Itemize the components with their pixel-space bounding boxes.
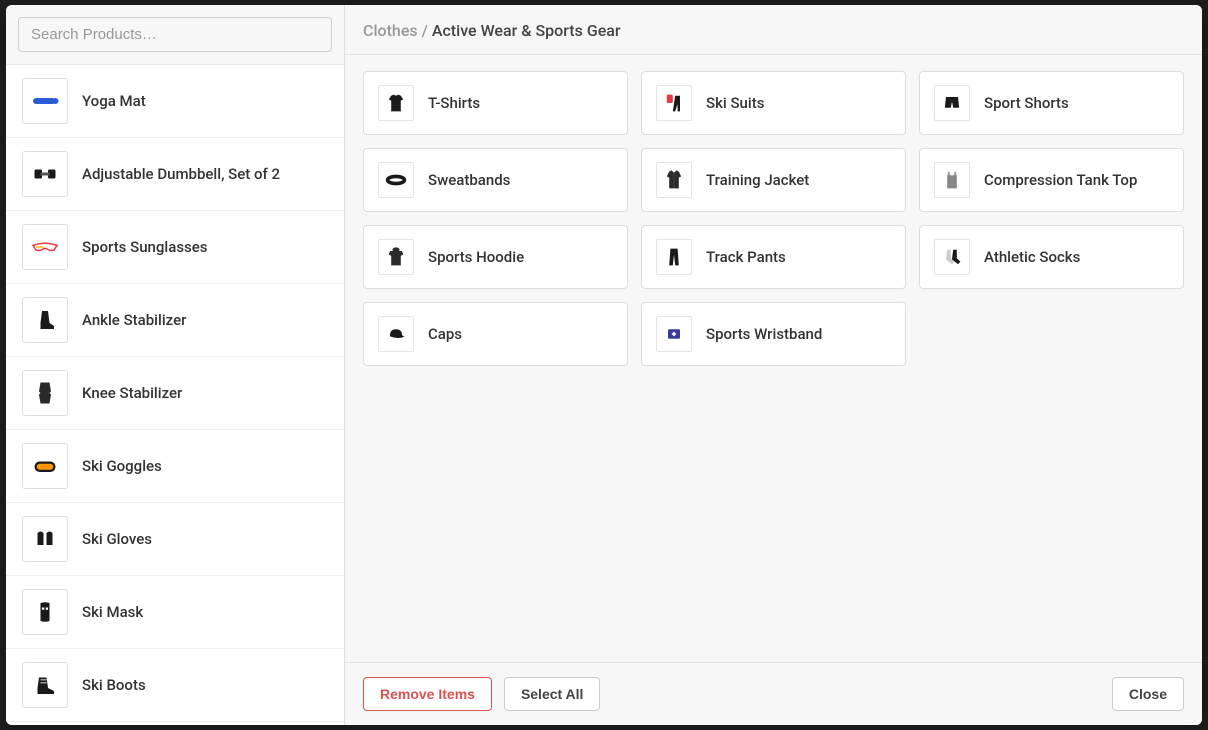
sidebar-item-label: Ski Goggles <box>82 457 162 475</box>
sidebar-item-ski-goggles[interactable]: Ski Goggles <box>6 430 344 503</box>
sidebar-item-knee-stabilizer[interactable]: Knee Stabilizer <box>6 357 344 430</box>
search-input[interactable] <box>18 17 332 52</box>
breadcrumb-parent[interactable]: Clothes <box>363 21 418 40</box>
sidebar-item-label: Sports Sunglasses <box>82 238 208 256</box>
sidebar-item-label: Ankle Stabilizer <box>82 311 186 329</box>
sidebar-item-label: Yoga Mat <box>82 92 146 110</box>
breadcrumb-current: Active Wear & Sports Gear <box>432 21 621 40</box>
product-picker-modal: Yoga Mat Adjustable Dumbbell, Set of 2 S… <box>6 5 1202 725</box>
sidebar-item-ski-boots[interactable]: Ski Boots <box>6 649 344 722</box>
sidebar-list[interactable]: Yoga Mat Adjustable Dumbbell, Set of 2 S… <box>6 65 344 725</box>
product-grid: T-Shirts Ski Suits Sport Shorts <box>363 71 1184 366</box>
product-label: Sweatbands <box>428 171 510 189</box>
remove-items-button[interactable]: Remove Items <box>363 677 492 711</box>
product-label: Training Jacket <box>706 171 809 189</box>
search-container <box>6 5 344 65</box>
main-panel: Clothes / Active Wear & Sports Gear T-Sh… <box>345 5 1202 725</box>
product-card-sports-wristband[interactable]: Sports Wristband <box>641 302 906 366</box>
sidebar-item-ankle-stabilizer[interactable]: Ankle Stabilizer <box>6 284 344 357</box>
product-card-track-pants[interactable]: Track Pants <box>641 225 906 289</box>
cap-icon <box>378 316 414 352</box>
tshirt-icon <box>378 85 414 121</box>
product-card-caps[interactable]: Caps <box>363 302 628 366</box>
sidebar-item-label: Ski Mask <box>82 603 143 621</box>
product-label: Athletic Socks <box>984 248 1080 266</box>
product-label: Caps <box>428 325 462 343</box>
knee-brace-icon <box>22 370 68 416</box>
product-label: Sports Wristband <box>706 325 822 343</box>
product-card-ski-suits[interactable]: Ski Suits <box>641 71 906 135</box>
product-label: Compression Tank Top <box>984 171 1137 189</box>
ski-suit-icon <box>656 85 692 121</box>
pants-icon <box>656 239 692 275</box>
sidebar-item-label: Ski Boots <box>82 676 146 694</box>
boots-icon <box>22 662 68 708</box>
shorts-icon <box>934 85 970 121</box>
main-footer: Remove Items Select All Close <box>345 662 1202 725</box>
tank-icon <box>934 162 970 198</box>
sidebar-item-ski-mask[interactable]: Ski Mask <box>6 576 344 649</box>
product-label: Sport Shorts <box>984 94 1069 112</box>
sidebar-item-dumbbell[interactable]: Adjustable Dumbbell, Set of 2 <box>6 138 344 211</box>
hoodie-icon <box>378 239 414 275</box>
wristband-icon <box>656 316 692 352</box>
main-content: T-Shirts Ski Suits Sport Shorts <box>345 55 1202 662</box>
gloves-icon <box>22 516 68 562</box>
product-card-athletic-socks[interactable]: Athletic Socks <box>919 225 1184 289</box>
dumbbell-icon <box>22 151 68 197</box>
sidebar-item-ski-gloves[interactable]: Ski Gloves <box>6 503 344 576</box>
breadcrumb-separator: / <box>418 21 432 40</box>
product-card-sports-hoodie[interactable]: Sports Hoodie <box>363 225 628 289</box>
product-card-compression-tank[interactable]: Compression Tank Top <box>919 148 1184 212</box>
product-label: T-Shirts <box>428 94 480 112</box>
select-all-button[interactable]: Select All <box>504 677 601 711</box>
sidebar-item-yoga-mat[interactable]: Yoga Mat <box>6 65 344 138</box>
yoga-mat-icon <box>22 78 68 124</box>
product-label: Track Pants <box>706 248 786 266</box>
sidebar: Yoga Mat Adjustable Dumbbell, Set of 2 S… <box>6 5 345 725</box>
sidebar-item-sunglasses[interactable]: Sports Sunglasses <box>6 211 344 284</box>
jacket-icon <box>656 162 692 198</box>
breadcrumb: Clothes / Active Wear & Sports Gear <box>363 21 1184 40</box>
product-label: Ski Suits <box>706 94 764 112</box>
close-button[interactable]: Close <box>1112 677 1184 711</box>
ankle-brace-icon <box>22 297 68 343</box>
sidebar-item-label: Ski Gloves <box>82 530 152 548</box>
product-label: Sports Hoodie <box>428 248 524 266</box>
sweatband-icon <box>378 162 414 198</box>
sunglasses-icon <box>22 224 68 270</box>
sidebar-item-label: Adjustable Dumbbell, Set of 2 <box>82 165 280 183</box>
product-card-sport-shorts[interactable]: Sport Shorts <box>919 71 1184 135</box>
sidebar-item-label: Knee Stabilizer <box>82 384 182 402</box>
modal-overlay: Yoga Mat Adjustable Dumbbell, Set of 2 S… <box>0 0 1208 730</box>
goggles-icon <box>22 443 68 489</box>
socks-icon <box>934 239 970 275</box>
product-card-tshirts[interactable]: T-Shirts <box>363 71 628 135</box>
product-card-sweatbands[interactable]: Sweatbands <box>363 148 628 212</box>
main-header: Clothes / Active Wear & Sports Gear <box>345 5 1202 55</box>
mask-icon <box>22 589 68 635</box>
product-card-training-jacket[interactable]: Training Jacket <box>641 148 906 212</box>
